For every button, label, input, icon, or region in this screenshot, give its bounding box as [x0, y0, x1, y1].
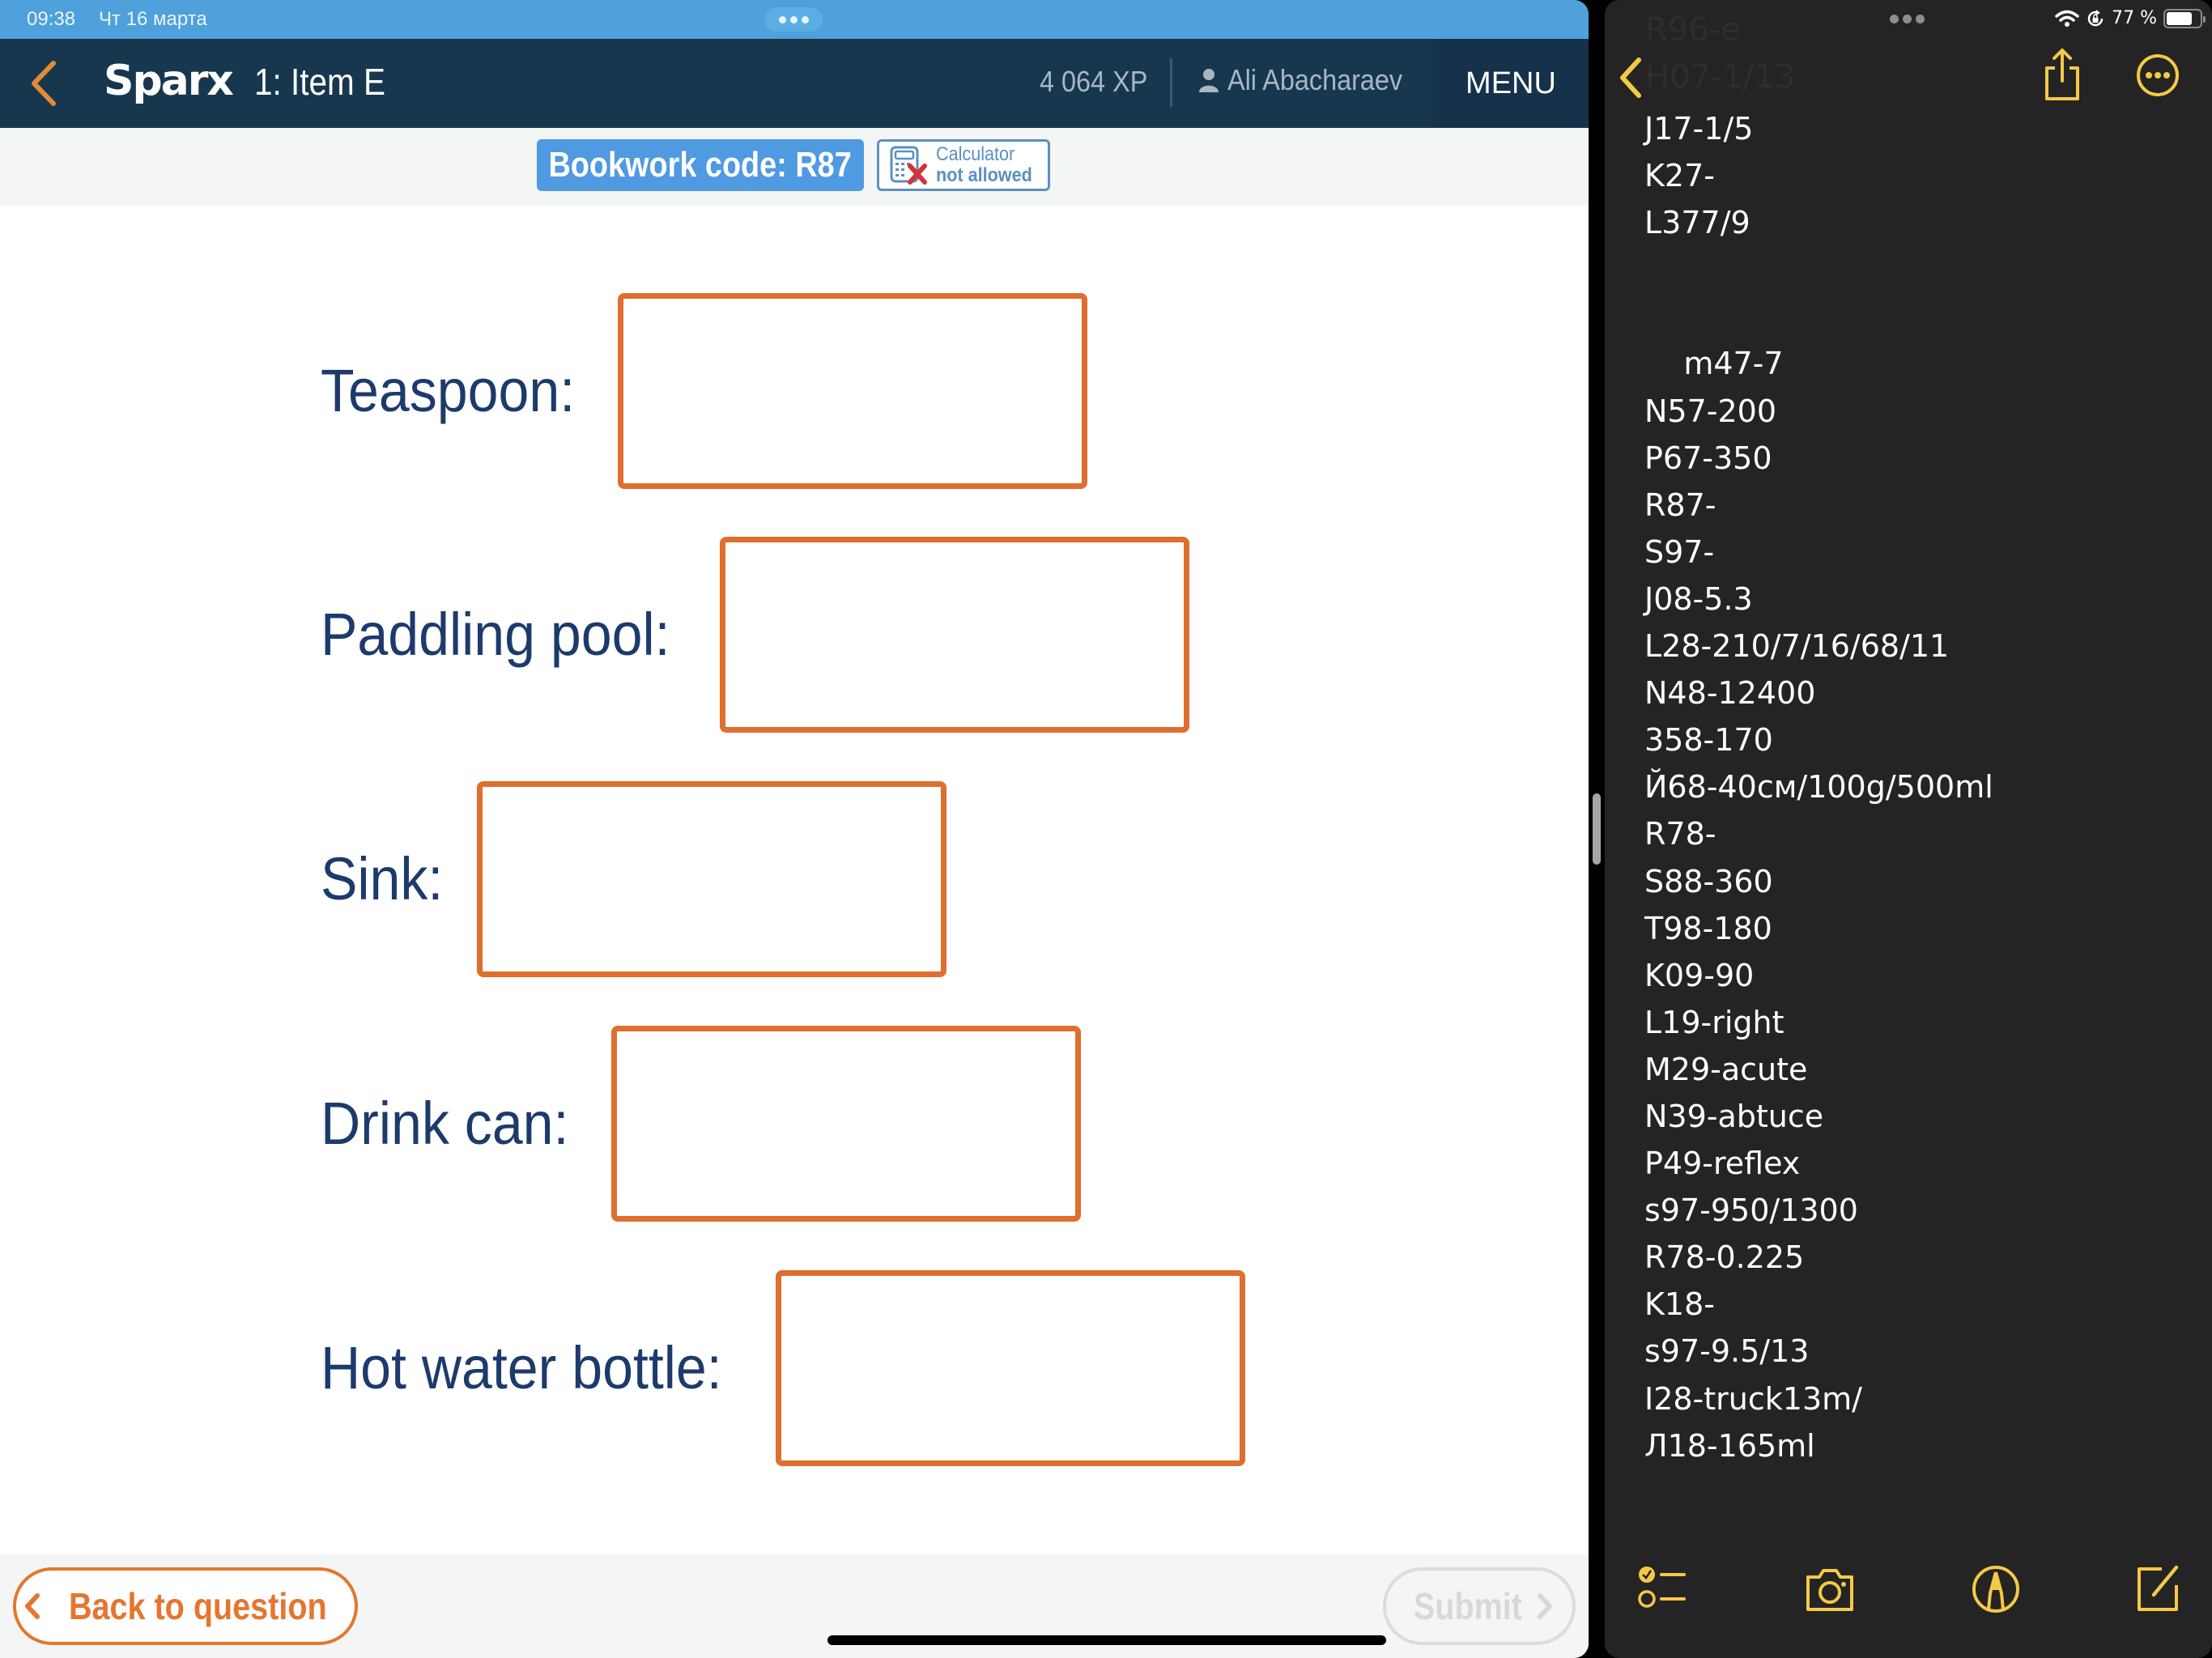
- scrolled-note-line: R96-e: [1645, 11, 1741, 49]
- note-line: L28-210/7/16/68/11: [1644, 628, 1950, 665]
- scrolled-note-line: H07-1/13: [1645, 58, 1796, 96]
- xp-counter: 4 064 XP: [1040, 65, 1148, 98]
- share-button[interactable]: [2042, 47, 2082, 104]
- note-line: M29-acute: [1644, 1051, 1808, 1087]
- question-row-sink: Sink:: [0, 781, 1589, 977]
- note-line: 358-170: [1644, 722, 1773, 759]
- wifi-icon: [2055, 10, 2079, 27]
- markup-button[interactable]: [1969, 1562, 2023, 1616]
- brand-logo: Sparx: [104, 57, 234, 105]
- battery-percent: 77 %: [2112, 8, 2157, 28]
- question-info-bar: Bookwork code: R87 Calculator not allowe…: [0, 128, 1589, 206]
- multitasking-menu-icon[interactable]: [764, 7, 823, 32]
- status-date: Чт 16 марта: [99, 8, 207, 30]
- submit-button[interactable]: Submit: [1383, 1567, 1576, 1645]
- note-line: R87-: [1644, 487, 1716, 523]
- note-line: [1644, 246, 1993, 293]
- note-line: m47-7: [1644, 346, 1784, 382]
- note-line: R78-: [1644, 816, 1716, 852]
- user-name: Ali Abacharaev: [1227, 63, 1403, 96]
- compose-icon: [2138, 1565, 2179, 1611]
- teaspoon-answer-input[interactable]: [618, 293, 1087, 489]
- note-line: P67-350: [1644, 440, 1772, 476]
- user-profile[interactable]: Ali Abacharaev: [1198, 63, 1422, 97]
- rotation-lock-icon: [2087, 9, 2104, 26]
- bookwork-code-badge: Bookwork code: R87: [537, 139, 864, 191]
- calculator-crossed-icon: [890, 146, 927, 185]
- question-row-hot-water-bottle: Hot water bottle:: [0, 1270, 1589, 1466]
- menu-button[interactable]: MENU: [1433, 39, 1589, 128]
- note-line: N48-12400: [1644, 675, 1816, 712]
- chevron-left-icon: [1620, 57, 1641, 98]
- notes-back-button[interactable]: [1614, 55, 1647, 100]
- note-line: K27-: [1644, 158, 1715, 194]
- new-note-button[interactable]: [2131, 1562, 2184, 1616]
- drink-can-label: Drink can:: [321, 1090, 569, 1157]
- chevron-left-icon: [32, 61, 56, 106]
- note-line: K18-: [1644, 1286, 1715, 1323]
- ellipsis-circle-icon: [2137, 54, 2179, 96]
- note-line: J08-5.3: [1644, 580, 1753, 617]
- drink-can-answer-input[interactable]: [611, 1026, 1081, 1222]
- camera-icon: [1806, 1569, 1853, 1611]
- battery-icon: [2163, 8, 2206, 28]
- note-line: Л18-165ml: [1644, 1427, 1815, 1464]
- note-line: L19-right: [1644, 1004, 1784, 1040]
- hot-water-bottle-answer-input[interactable]: [776, 1270, 1245, 1466]
- question-row-paddling-pool: Paddling pool:: [0, 537, 1589, 733]
- back-to-question-button[interactable]: Back to question: [13, 1567, 358, 1645]
- camera-button[interactable]: [1803, 1562, 1857, 1616]
- note-line: R78-0.225: [1644, 1239, 1805, 1276]
- back-to-question-label: Back to question: [68, 1585, 327, 1627]
- question-row-drink-can: Drink can:: [0, 1026, 1589, 1222]
- battery-level-fill: [2167, 11, 2192, 25]
- pen-tip-circle-icon: [1972, 1566, 2019, 1613]
- note-line: Й68-40см/100g/500ml: [1644, 769, 1993, 806]
- checklist-button[interactable]: [1637, 1562, 1691, 1616]
- note-line: s97-950/1300: [1644, 1192, 1858, 1229]
- note-line: N39-abtuce: [1644, 1098, 1824, 1134]
- paddling-pool-answer-input[interactable]: [720, 537, 1189, 733]
- more-options-button[interactable]: [2136, 53, 2180, 97]
- note-line: I28-truck13m/: [1644, 1380, 1862, 1417]
- note-line: T98-180: [1644, 910, 1772, 946]
- item-title: 1: Item E: [254, 61, 385, 103]
- multitasking-menu-icon[interactable]: [1890, 15, 1925, 23]
- note-line: K09-90: [1644, 957, 1755, 993]
- sink-answer-input[interactable]: [477, 781, 946, 977]
- teaspoon-label: Teaspoon:: [321, 357, 576, 424]
- status-bar: 09:38 Чт 16 марта: [0, 0, 1589, 39]
- note-line: J17-1/5: [1644, 111, 1754, 147]
- status-time: 09:38: [27, 8, 76, 30]
- back-button[interactable]: [24, 58, 65, 108]
- calculator-not-allowed-badge: Calculator not allowed: [877, 139, 1050, 191]
- share-icon: [2045, 49, 2079, 100]
- calculator-status-text: Calculator not allowed: [936, 143, 1032, 186]
- note-text-area[interactable]: J17-1/5 K27- L377/9 m47-7 N57-200 P67-350 R87…: [1644, 105, 1993, 1469]
- submit-label: Submit: [1413, 1585, 1523, 1627]
- split-view-divider-handle[interactable]: [1593, 793, 1601, 865]
- sparx-app-pane: 09:38 Чт 16 марта Sparx 1: Item E 4 064 …: [0, 0, 1589, 1658]
- note-line: L377/9: [1644, 205, 1750, 241]
- sink-label: Sink:: [321, 845, 444, 912]
- app-header: Sparx 1: Item E 4 064 XP Ali Abacharaev …: [0, 39, 1589, 128]
- paddling-pool-label: Paddling pool:: [321, 601, 670, 668]
- hot-water-bottle-label: Hot water bottle:: [321, 1334, 722, 1401]
- note-line: P49-reflex: [1644, 1146, 1801, 1182]
- home-indicator[interactable]: [827, 1635, 1386, 1645]
- user-icon: [1199, 69, 1219, 92]
- note-line: s97-9.5/13: [1644, 1333, 1810, 1370]
- status-indicators: 77 %: [2055, 8, 2206, 28]
- chevron-right-icon: [1537, 1593, 1552, 1619]
- notes-app-pane: 77 % R96-e H07-1/13 J17-1/5 K27- L377/9 m4…: [1605, 0, 2212, 1658]
- checklist-icon: [1638, 1567, 1686, 1608]
- bookwork-code-text: Bookwork code: R87: [548, 145, 853, 185]
- note-line: N57-200: [1644, 393, 1777, 429]
- question-row-teaspoon: Teaspoon:: [0, 293, 1589, 489]
- note-line: [1644, 293, 1993, 340]
- chevron-left-icon: [24, 1593, 40, 1619]
- note-line: S97-: [1644, 534, 1715, 570]
- note-line: S88-360: [1644, 863, 1773, 899]
- header-divider: [1170, 58, 1172, 107]
